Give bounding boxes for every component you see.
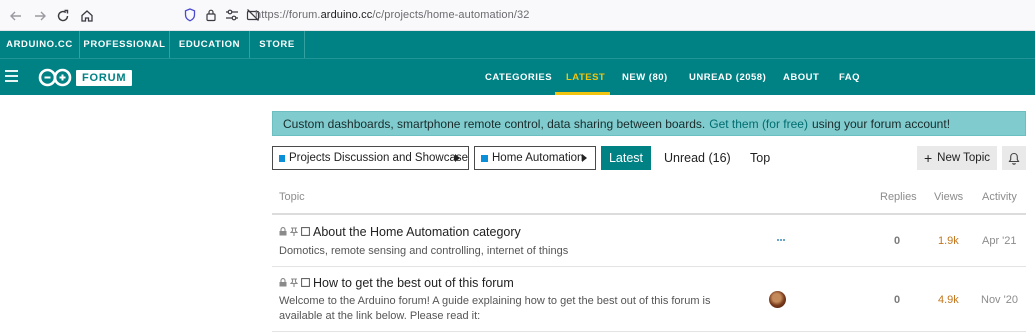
lock-icon <box>279 278 287 287</box>
checkbox-icon <box>301 227 310 236</box>
promo-banner: Custom dashboards, smartphone remote con… <box>272 111 1026 136</box>
topic-replies: 0 <box>894 235 901 247</box>
topic-views: 1.9k <box>938 235 959 247</box>
forum-logo[interactable]: FORUM <box>38 68 133 87</box>
poster-avatar[interactable] <box>777 239 787 241</box>
forum-logo-text: FORUM <box>76 69 133 86</box>
menu-about[interactable]: ABOUT <box>783 59 819 95</box>
notification-bell-button[interactable] <box>1002 146 1026 170</box>
checkbox-icon <box>301 278 310 287</box>
tab-unread[interactable]: Unread (16) <box>664 146 731 170</box>
menu-unread[interactable]: UNREAD (2058) <box>689 59 766 95</box>
caret-right-icon <box>582 154 587 162</box>
topbar-item-professional[interactable]: PROFESSIONAL <box>80 31 170 58</box>
banner-text: Custom dashboards, smartphone remote con… <box>283 116 706 131</box>
url-path: /c/projects/home-automation/32 <box>372 9 530 21</box>
banner-text-after: using your forum account! <box>811 116 951 131</box>
topic-activity[interactable]: Nov '20 <box>981 294 1018 306</box>
topic-status-icons <box>279 227 310 236</box>
topbar-item-store[interactable]: STORE <box>250 31 305 58</box>
menu-new[interactable]: NEW (80) <box>622 59 668 95</box>
caret-right-icon <box>455 154 460 162</box>
menu-faq[interactable]: FAQ <box>839 59 860 95</box>
header-views[interactable]: Views <box>934 191 963 203</box>
new-topic-button[interactable]: + New Topic <box>917 146 997 170</box>
subcategory-dropdown-label: Home Automation <box>492 152 584 164</box>
header-topic[interactable]: Topic <box>279 191 305 203</box>
tab-latest[interactable]: Latest <box>601 146 651 170</box>
category-dropdown-label: Projects Discussion and Showcase <box>289 152 468 164</box>
topic-replies: 0 <box>894 294 901 306</box>
topic-excerpt: Welcome to the Arduino forum! A guide ex… <box>279 295 711 322</box>
poster-avatar[interactable] <box>769 291 786 308</box>
active-menu-indicator <box>555 92 610 95</box>
arduino-logo-icon <box>38 68 72 87</box>
browser-toolbar: https://forum.arduino.cc/c/projects/home… <box>0 0 1035 31</box>
plus-icon: + <box>923 149 933 166</box>
header-replies[interactable]: Replies <box>880 191 917 203</box>
row-divider <box>272 266 1026 267</box>
back-icon[interactable] <box>6 6 26 26</box>
url-bar[interactable]: https://forum.arduino.cc/c/projects/home… <box>255 9 529 21</box>
arduino-topbar: ARDUINO.CC PROFESSIONAL EDUCATION STORE <box>0 31 1035 58</box>
menu-latest[interactable]: LATEST <box>566 59 605 95</box>
new-topic-label: New Topic <box>937 152 991 164</box>
topic-excerpt: Domotics, remote sensing and controlling… <box>279 245 569 257</box>
hamburger-icon[interactable] <box>5 70 18 82</box>
subcategory-dropdown[interactable]: Home Automation <box>474 146 596 170</box>
category-dropdown[interactable]: Projects Discussion and Showcase <box>272 146 469 170</box>
forum-header: FORUM CATEGORIES LATEST NEW (80) UNREAD … <box>0 58 1035 95</box>
topic-title[interactable]: About the Home Automation category <box>313 225 521 239</box>
topic-title[interactable]: How to get the best out of this forum <box>313 276 514 290</box>
topic-status-icons <box>279 278 310 287</box>
shield-icon[interactable] <box>183 7 197 23</box>
row-divider <box>272 331 1026 332</box>
home-icon[interactable] <box>77 6 97 26</box>
header-activity[interactable]: Activity <box>982 191 1017 203</box>
topbar-item-arduino-cc[interactable]: ARDUINO.CC <box>0 31 80 58</box>
topic-activity[interactable]: Apr '21 <box>982 235 1017 247</box>
lock-icon[interactable] <box>204 7 218 23</box>
permissions-icon[interactable] <box>225 7 239 23</box>
table-header-divider <box>272 213 1026 215</box>
banner-link[interactable]: Get them (for free) <box>709 117 808 131</box>
tab-top[interactable]: Top <box>750 146 770 170</box>
subcategory-color-square <box>481 154 488 162</box>
lock-icon <box>279 227 287 236</box>
pin-icon <box>290 278 298 287</box>
topbar-item-education[interactable]: EDUCATION <box>170 31 250 58</box>
pin-icon <box>290 227 298 236</box>
topic-views: 4.9k <box>938 294 959 306</box>
category-color-square <box>279 154 286 162</box>
menu-categories[interactable]: CATEGORIES <box>485 59 552 95</box>
reload-icon[interactable] <box>53 6 73 26</box>
url-prefix: https://forum. <box>255 9 321 21</box>
url-domain: arduino.cc <box>320 9 373 21</box>
bell-icon <box>1008 152 1020 165</box>
forward-icon[interactable] <box>30 6 50 26</box>
